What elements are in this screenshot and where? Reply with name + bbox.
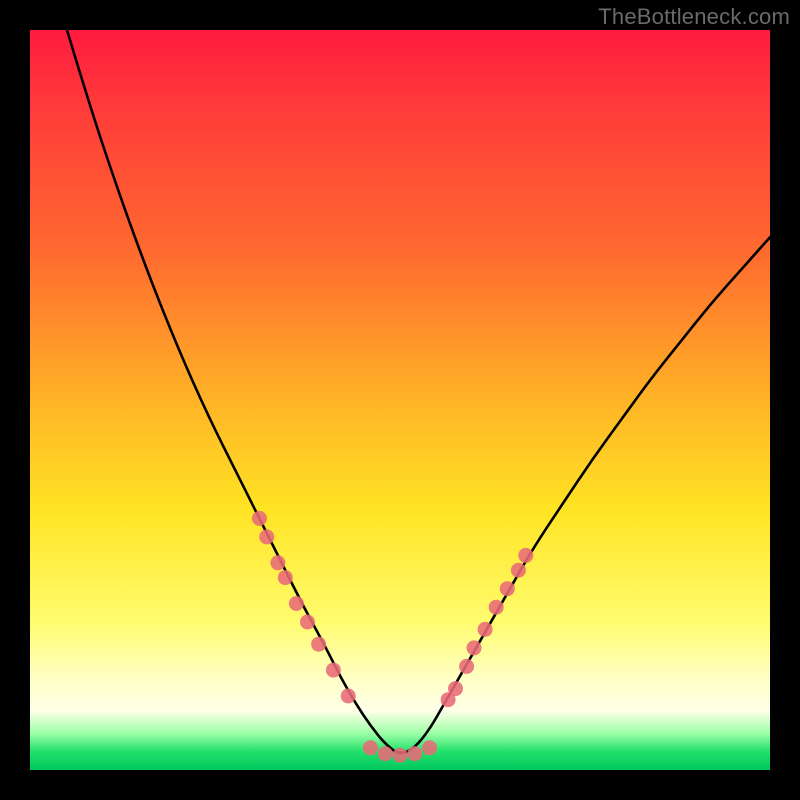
- curve-layer: [30, 30, 770, 770]
- marker-layer: [252, 511, 533, 763]
- marker-dot: [326, 663, 341, 678]
- marker-dot: [300, 615, 315, 630]
- marker-dot: [393, 748, 408, 763]
- chart-frame: TheBottleneck.com: [0, 0, 800, 800]
- marker-dot: [407, 746, 422, 761]
- watermark-text: TheBottleneck.com: [598, 4, 790, 30]
- marker-dot: [378, 746, 393, 761]
- marker-dot: [259, 529, 274, 544]
- marker-dot: [518, 548, 533, 563]
- marker-dot: [289, 596, 304, 611]
- marker-dot: [270, 555, 285, 570]
- marker-dot: [478, 622, 493, 637]
- marker-dot: [363, 740, 378, 755]
- marker-dot: [341, 689, 356, 704]
- marker-dot: [500, 581, 515, 596]
- marker-dot: [511, 563, 526, 578]
- marker-dot: [422, 740, 437, 755]
- marker-dot: [278, 570, 293, 585]
- marker-dot: [448, 681, 463, 696]
- marker-dot: [311, 637, 326, 652]
- marker-dot: [467, 640, 482, 655]
- marker-dot: [489, 600, 504, 615]
- plot-area: [30, 30, 770, 770]
- bottleneck-curve: [67, 30, 770, 753]
- marker-dot: [252, 511, 267, 526]
- marker-dot: [459, 659, 474, 674]
